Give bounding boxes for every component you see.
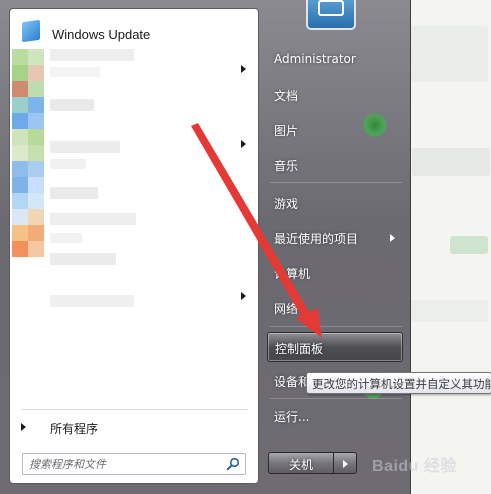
obscured-label: [50, 295, 134, 307]
menu-item-run[interactable]: 运行...: [267, 401, 403, 431]
user-picture[interactable]: [306, 0, 356, 30]
obscured-label: [50, 159, 86, 169]
blurred-region: [410, 300, 488, 322]
obscured-icon: [12, 81, 28, 97]
obscured-icon: [28, 129, 44, 145]
obscured-icon: [12, 129, 28, 145]
windows-update-icon: [22, 19, 40, 43]
obscured-program-list: [10, 47, 170, 327]
shutdown-label: 关机: [289, 458, 314, 472]
search-box[interactable]: [22, 453, 246, 475]
obscured-icon: [28, 225, 44, 241]
menu-item-label: 音乐: [274, 159, 299, 173]
obscured-icon: [12, 209, 28, 225]
program-windows-update[interactable]: Windows Update: [10, 17, 258, 47]
menu-item-label: Administrator: [274, 52, 356, 66]
obscured-icon: [28, 145, 44, 161]
obscured-icon: [12, 97, 28, 113]
menu-item-recent-items[interactable]: 最近使用的项目: [267, 223, 403, 253]
menu-item-label: 图片: [274, 124, 299, 138]
menu-item-label: 游戏: [274, 197, 299, 211]
menu-item-label: 设备和: [274, 375, 311, 389]
menu-item-control-panel[interactable]: 控制面板: [267, 332, 403, 362]
menu-item-user[interactable]: Administrator: [267, 45, 403, 75]
obscured-icon: [12, 193, 28, 209]
all-programs-label: 所有程序: [50, 422, 99, 436]
watermark: Baidu 经验: [372, 450, 490, 476]
submenu-arrow-icon: [390, 234, 395, 242]
divider: [22, 409, 248, 410]
menu-item-network[interactable]: 网络: [267, 293, 403, 323]
all-programs-button[interactable]: 所有程序: [10, 415, 258, 439]
obscured-icon: [28, 65, 44, 81]
obscured-icon: [28, 113, 44, 129]
expand-arrow-icon: [21, 423, 26, 431]
obscured-icon: [12, 65, 28, 81]
obscured-label: [50, 67, 100, 77]
menu-item-games[interactable]: 游戏: [267, 188, 403, 218]
start-menu: Windows Update 所有程序 搜索程序和文件 Administrato…: [0, 0, 411, 494]
menu-item-label: 运行...: [274, 410, 310, 424]
tooltip-text: 更改您的计算机设置并自定义其功能: [312, 377, 491, 391]
chevron-right-icon: [343, 460, 348, 468]
obscured-icon: [12, 161, 28, 177]
shutdown-options-button[interactable]: [334, 452, 357, 474]
obscured-label: [50, 253, 116, 265]
menu-item-label: 网络: [274, 302, 299, 316]
menu-item-label: 文档: [274, 89, 299, 103]
obscured-icon: [28, 81, 44, 97]
menu-item-label: 最近使用的项目: [274, 232, 359, 246]
blurred-region: [450, 236, 488, 254]
search-input[interactable]: [29, 456, 219, 472]
obscured-icon: [28, 241, 44, 257]
obscured-icon: [28, 161, 44, 177]
obscured-icon: [28, 177, 44, 193]
search-icon[interactable]: [226, 457, 240, 471]
blurred-region: [412, 148, 490, 176]
obscured-icon: [28, 193, 44, 209]
menu-item-music[interactable]: 音乐: [267, 150, 403, 180]
obscured-label: [50, 141, 120, 153]
desktop: Windows Update 所有程序 搜索程序和文件 Administrato…: [0, 0, 491, 494]
obscured-icon: [12, 177, 28, 193]
submenu-arrow-icon[interactable]: [241, 65, 246, 73]
obscured-icon: [12, 49, 28, 65]
submenu-arrow-icon[interactable]: [241, 140, 246, 148]
blurred-region: [410, 26, 488, 82]
programs-pane: Windows Update 所有程序 搜索程序和文件: [9, 8, 259, 484]
menu-item-computer[interactable]: 计算机: [267, 258, 403, 288]
tooltip: 更改您的计算机设置并自定义其功能: [306, 372, 491, 394]
obscured-label: [50, 187, 98, 199]
obscured-icon: [12, 113, 28, 129]
obscured-icon: [12, 241, 28, 257]
obscured-label: [50, 213, 136, 225]
divider: [270, 398, 402, 399]
obscured-icon: [12, 225, 28, 241]
desktop-background: [408, 0, 491, 494]
obscured-icon: [28, 97, 44, 113]
menu-item-label: 计算机: [274, 267, 311, 281]
obscured-icon: [12, 145, 28, 161]
obscured-icon: [28, 49, 44, 65]
watermark-text: Baidu 经验: [372, 458, 457, 475]
menu-item-label: 控制面板: [275, 342, 324, 356]
obscured-label: [50, 233, 82, 243]
divider: [270, 182, 402, 183]
obscured-icon: [28, 209, 44, 225]
submenu-arrow-icon[interactable]: [241, 292, 246, 300]
shutdown-button[interactable]: 关机: [268, 452, 334, 474]
obscured-label: [50, 49, 134, 61]
menu-item-pictures[interactable]: 图片: [267, 115, 403, 145]
menu-item-documents[interactable]: 文档: [267, 80, 403, 110]
program-label: Windows Update: [52, 27, 151, 42]
divider: [270, 326, 402, 327]
shutdown-group: 关机: [268, 452, 357, 474]
obscured-label: [50, 99, 94, 111]
